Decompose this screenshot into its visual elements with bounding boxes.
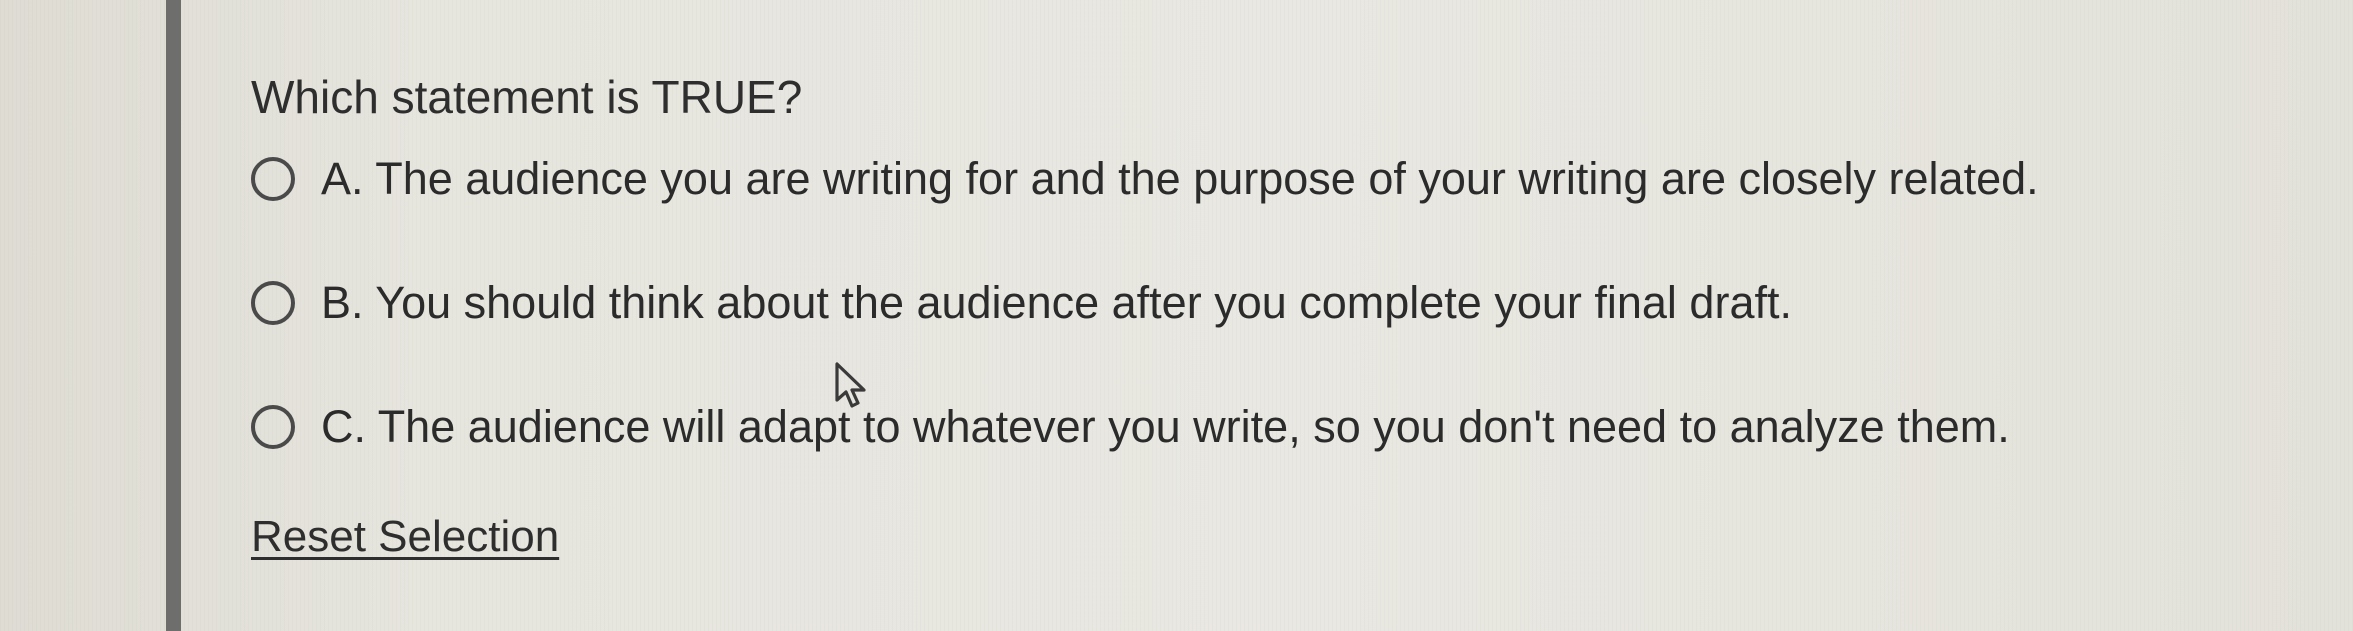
radio-unchecked-icon[interactable] [251, 404, 295, 449]
radio-unchecked-icon[interactable] [251, 156, 295, 201]
option-b[interactable]: B. You should think about the audience a… [251, 280, 1792, 325]
question-text: Which statement is TRUE? [251, 71, 803, 123]
option-a[interactable]: A. The audience you are writing for and … [251, 156, 2039, 201]
question-left-border [166, 0, 181, 631]
question-panel: Which statement is TRUE? A. The audience… [181, 0, 2353, 631]
option-c-label: C. The audience will adapt to whatever y… [321, 401, 2010, 452]
reset-selection-link[interactable]: Reset Selection [251, 515, 559, 559]
option-b-label: B. You should think about the audience a… [321, 277, 1792, 328]
option-c[interactable]: C. The audience will adapt to whatever y… [251, 404, 2010, 449]
radio-unchecked-icon[interactable] [251, 280, 295, 325]
mouse-pointer-icon [835, 362, 866, 408]
option-a-label: A. The audience you are writing for and … [321, 153, 2039, 204]
